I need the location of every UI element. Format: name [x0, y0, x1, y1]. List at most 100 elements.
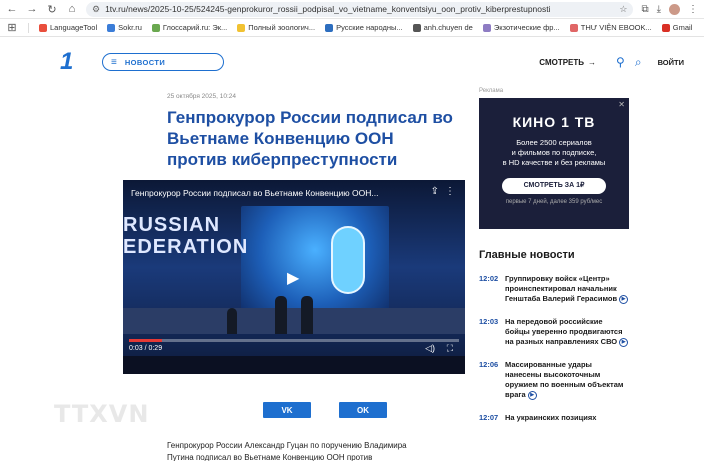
bookmark-item[interactable]: LanguageTool	[39, 23, 97, 32]
ad-text: Более 2500 сериалов и фильмов по подписк…	[479, 138, 629, 168]
arrow-right-icon: →	[588, 57, 597, 67]
bookmark-favicon	[661, 23, 670, 32]
bookmark-favicon	[107, 23, 116, 32]
ad-text-line: в HD качестве и без рекламы	[502, 158, 606, 167]
video-time: 0:03 / 0:29	[129, 345, 163, 352]
bookmark-item[interactable]: Русские народны...	[325, 23, 403, 32]
ad-label: Реклама	[479, 88, 504, 94]
news-time: 12:06	[479, 360, 499, 369]
browser-toolbar: ← → ↻ ⌂ ⚙ 1tv.ru/news/2025-10-25/524245-…	[0, 0, 704, 19]
bookmark-label: Gmail	[672, 23, 693, 32]
video-title: Генпрокурор России подписал во Вьетнаме …	[131, 188, 379, 198]
volume-icon[interactable]: ◁)	[425, 343, 435, 354]
location-pin-icon[interactable]: ⚲	[616, 55, 625, 69]
article: 25 октября 2025, 10:24 Генпрокурор Росси…	[123, 87, 465, 461]
ok-share-button[interactable]: OK	[339, 402, 387, 418]
extensions-icon[interactable]: ⧉	[641, 4, 648, 15]
news-item[interactable]: 12:06 Массированные удары нанесены высок…	[479, 360, 629, 400]
news-item[interactable]: 12:07 На украинских позициях	[479, 413, 629, 423]
fullscreen-icon[interactable]: ⛶	[447, 343, 453, 354]
video-backdrop-text: RUSSIAN EDERATION	[123, 214, 248, 258]
ad-close-icon[interactable]: ✕	[618, 100, 625, 109]
forward-icon[interactable]: →	[26, 3, 38, 15]
backdrop-line-1: RUSSIAN	[123, 214, 221, 236]
play-icon[interactable]: ▶	[287, 268, 299, 288]
ad-logo: КИНО 1 ТВ	[512, 114, 596, 130]
menu-label: НОВОСТИ	[124, 57, 166, 67]
bookmark-item[interactable]: Экзотические фр...	[482, 23, 560, 32]
news-time: 12:02	[479, 274, 499, 283]
downloads-icon[interactable]: ⤓	[657, 4, 661, 15]
search-icon[interactable]: ⌕	[635, 55, 642, 70]
ad-cta-button[interactable]: СМОТРЕТЬ ЗА 1₽	[502, 178, 606, 194]
watch-link[interactable]: СМОТРЕТЬ →	[539, 58, 596, 67]
reload-icon[interactable]: ↻	[46, 3, 58, 16]
ttxvn-watermark: TTXVN	[54, 400, 150, 428]
sidebar: Реклама ✕ КИНО 1 ТВ Более 2500 сериалов …	[479, 87, 629, 461]
video-progress-bar[interactable]	[129, 339, 459, 342]
bookmark-label: Sokr.ru	[118, 23, 142, 32]
ad-text-line: Более 2500 сериалов	[516, 138, 592, 147]
bookmark-label: Глоссарий.ru: Эк...	[162, 23, 228, 32]
news-item[interactable]: 12:02 Группировку войск «Центр» проинспе…	[479, 274, 629, 304]
apps-icon[interactable]: ⊞	[6, 21, 18, 34]
video-more-icon[interactable]: ⋮	[445, 186, 455, 197]
bookmark-item[interactable]: Полный зоологич...	[237, 23, 315, 32]
url-text[interactable]: 1tv.ru/news/2025-10-25/524245-genprokuro…	[105, 4, 614, 14]
video-progress-fill	[129, 339, 162, 342]
bookmark-favicon	[412, 23, 421, 32]
hamburger-icon: ≡	[111, 56, 117, 68]
video-figure	[301, 296, 313, 334]
bookmark-label: Русские народны...	[336, 23, 403, 32]
bookmark-label: LanguageTool	[50, 23, 98, 32]
news-menu-button[interactable]: ≡ НОВОСТИ	[102, 53, 224, 71]
home-icon[interactable]: ⌂	[66, 3, 78, 15]
browser-menu-icon[interactable]: ⋮	[688, 4, 698, 15]
bookmark-label: anh.chuyen de	[423, 23, 473, 32]
bookmarks-bar: ⊞ LanguageTool Sokr.ru Глоссарий.ru: Эк.…	[0, 19, 704, 37]
kino1tv-ad[interactable]: ✕ КИНО 1 ТВ Более 2500 сериалов и фильмо…	[479, 98, 629, 229]
bookmark-favicon	[569, 23, 578, 32]
ad-fine-print: первые 7 дней, далее 359 руб/мес	[505, 199, 603, 205]
bookmark-favicon	[151, 23, 160, 32]
video-stage-screen	[241, 206, 389, 316]
video-play-icon[interactable]: ▶	[619, 294, 629, 304]
bookmarks-divider	[28, 22, 29, 33]
profile-avatar[interactable]	[669, 3, 680, 15]
bookmark-star-icon[interactable]: ☆	[619, 4, 627, 15]
backdrop-line-2: EDERATION	[123, 236, 249, 258]
bookmark-favicon	[39, 23, 47, 32]
ad-text-line: и фильмов по подписке,	[511, 148, 597, 157]
video-player[interactable]: RUSSIAN EDERATION Генпрокурор России под…	[123, 180, 465, 374]
news-text: Массированные удары нанесены высокоточны…	[505, 360, 624, 399]
article-date: 25 октября 2025, 10:24	[167, 93, 236, 100]
video-stage	[123, 308, 465, 334]
watch-label: СМОТРЕТЬ	[539, 57, 585, 67]
vk-share-button[interactable]: VK	[263, 402, 311, 418]
bookmark-item[interactable]: THƯ VIỆN EBOOK...	[569, 23, 652, 32]
news-time: 12:03	[479, 317, 499, 326]
video-figure	[227, 308, 237, 334]
bookmark-favicon	[482, 23, 491, 32]
video-play-icon[interactable]: ▶	[527, 390, 537, 400]
article-lead: Генпрокурор России Александр Гуцан по по…	[167, 441, 407, 461]
video-emblem	[331, 226, 365, 294]
news-item[interactable]: 12:03 На передовой российские бойцы увер…	[479, 317, 629, 347]
bookmark-item[interactable]: anh.chuyen de	[412, 23, 473, 32]
site-header: 1 ≡ НОВОСТИ СМОТРЕТЬ → ⚲ ⌕ ВОЙТИ	[0, 37, 704, 87]
news-text-wrap: Массированные удары нанесены высокоточны…	[505, 360, 629, 400]
bookmark-item[interactable]: Gmail	[661, 23, 693, 32]
bookmark-item[interactable]: Sokr.ru	[107, 23, 142, 32]
bookmark-item[interactable]: Глоссарий.ru: Эк...	[151, 23, 228, 32]
share-icon[interactable]: ⇪	[431, 186, 439, 197]
news-text: Группировку войск «Центр» проинспектиров…	[505, 274, 618, 303]
top-news-title: Главные новости	[479, 249, 575, 261]
channel-one-logo[interactable]: 1	[60, 48, 90, 76]
login-button[interactable]: ВОЙТИ	[658, 58, 684, 67]
back-icon[interactable]: ←	[6, 3, 18, 15]
bookmark-favicon	[237, 23, 246, 32]
address-bar[interactable]: ⚙ 1tv.ru/news/2025-10-25/524245-genproku…	[86, 1, 634, 17]
site-info-icon[interactable]: ⚙	[92, 4, 100, 15]
video-figure	[275, 296, 287, 334]
video-play-icon[interactable]: ▶	[619, 337, 629, 347]
